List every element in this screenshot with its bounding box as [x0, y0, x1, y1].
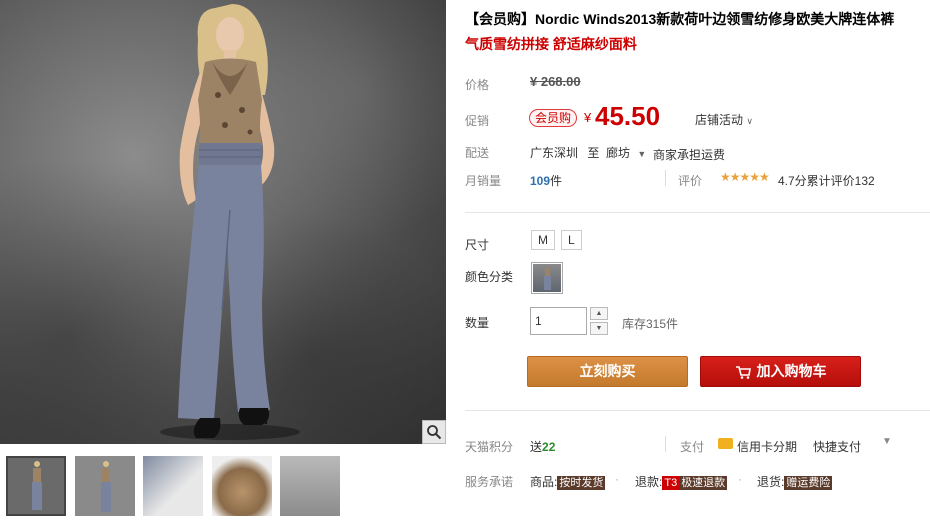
ship-from-city: 广东深圳 — [530, 146, 579, 160]
monthly-sales-label: 月销量 — [465, 174, 502, 188]
monthly-sales-unit: 件 — [550, 174, 563, 188]
thumbnail-1-image — [32, 461, 42, 510]
payment-more-caret-icon[interactable]: ▼ — [882, 436, 892, 447]
service-goods: 商品: 按时发货 — [530, 473, 606, 490]
size-option-l[interactable]: L — [561, 230, 582, 250]
add-to-cart-button[interactable]: 加入购物车 — [700, 356, 861, 387]
size-label: 尺寸 — [465, 238, 490, 252]
currency-symbol: ¥ — [584, 110, 592, 125]
divider-2 — [665, 436, 666, 452]
section-divider — [465, 212, 930, 213]
product-title: 【会员购】Nordic Winds2013新款荷叶边领雪纺修身欧美大牌连体裤 — [465, 11, 895, 27]
size-option-m[interactable]: M — [531, 230, 555, 250]
service-refund-prefix: 退款: — [635, 475, 663, 489]
original-price: ¥ 268.00 — [530, 74, 581, 89]
rating-summary-link[interactable]: 4.7分累计评价132 — [778, 172, 875, 189]
color-label: 颜色分类 — [465, 270, 514, 284]
magnifier-icon — [427, 425, 442, 440]
thumbnail-2-image — [101, 461, 111, 512]
service-separator-2: · — [738, 472, 742, 486]
thumbnail-1[interactable] — [6, 456, 66, 516]
promo-price: 45.50 — [595, 101, 661, 131]
points-prefix: 送 — [530, 440, 543, 454]
rating-label: 评价 — [678, 174, 703, 188]
on-time-delivery-badge[interactable]: 按时发货 — [557, 476, 606, 490]
ship-from: 广东深圳 至 — [530, 144, 599, 161]
shop-activity-label: 店铺活动 — [695, 113, 744, 127]
shop-activity-dropdown[interactable]: 店铺活动 ∨ — [695, 111, 753, 128]
service-return: 退货: 赠运费险 — [757, 473, 833, 490]
shipping-insurance-badge[interactable]: 赠运费险 — [784, 476, 833, 490]
chevron-down-icon: ∨ — [746, 116, 753, 126]
stock-count: 库存315件 — [622, 317, 679, 331]
fast-refund-badge[interactable]: 极速退款 — [679, 476, 728, 490]
original-price-value: ¥ 268.00 — [530, 74, 581, 89]
ship-to-selector[interactable]: 廊坊 ▼ — [606, 144, 646, 161]
service-separator: · — [615, 472, 619, 486]
divider — [665, 170, 666, 186]
product-page: 【会员购】Nordic Winds2013新款荷叶边领雪纺修身欧美大牌连体裤 气… — [0, 0, 930, 525]
quick-pay-link[interactable]: 快捷支付 — [813, 438, 861, 455]
member-promo-badge: 会员购 — [529, 109, 578, 127]
thumbnail-2[interactable] — [75, 456, 135, 516]
shipping-fee: 商家承担运费 — [653, 148, 726, 162]
quantity-increase-button[interactable]: ▲ — [590, 307, 608, 320]
arrow-down-icon: ▼ — [595, 325, 603, 332]
arrow-up-icon: ▲ — [595, 310, 603, 317]
ship-to-word: 至 — [587, 146, 600, 160]
thumbnail-3[interactable] — [143, 456, 203, 516]
color-swatch-image — [533, 264, 561, 292]
rating-stars: ★★★★★ — [720, 170, 770, 184]
service-return-prefix: 退货: — [757, 475, 785, 489]
price-label: 价格 — [465, 78, 490, 92]
caret-down-icon: ▼ — [637, 149, 647, 159]
ship-to-city: 廊坊 — [606, 146, 631, 160]
model-figure — [160, 4, 300, 440]
product-subtitle: 气质雪纺拼接 舒适麻纱面料 — [465, 36, 637, 52]
payment-label: 支付 — [680, 440, 705, 454]
points-label: 天猫积分 — [465, 440, 514, 454]
points-value: 22 — [542, 440, 556, 454]
credit-card-icon — [718, 438, 733, 449]
service-label: 服务承诺 — [465, 475, 514, 489]
section-divider-2 — [465, 410, 930, 411]
buy-now-button[interactable]: 立刻购买 — [527, 356, 688, 387]
cart-icon — [735, 366, 751, 380]
quantity-label: 数量 — [465, 316, 490, 330]
swatch-figure — [544, 268, 551, 290]
t3-badge: T3 — [662, 476, 680, 490]
zoom-button[interactable] — [422, 420, 446, 444]
thumbnail-4[interactable] — [212, 456, 272, 516]
monthly-sales: 109件 — [530, 172, 562, 189]
quantity-input[interactable] — [530, 307, 587, 335]
credit-card-installment-link[interactable]: 信用卡分期 — [737, 438, 797, 455]
thumbnail-5[interactable] — [280, 456, 340, 516]
service-refund: 退款: T3 极速退款 — [635, 473, 728, 490]
tmall-points: 送22 — [530, 438, 555, 455]
shipping-label: 配送 — [465, 146, 490, 160]
service-goods-prefix: 商品: — [530, 475, 558, 489]
monthly-sales-count: 109 — [530, 174, 551, 188]
add-to-cart-label: 加入购物车 — [756, 363, 827, 379]
quantity-decrease-button[interactable]: ▼ — [590, 322, 608, 335]
color-option-swatch[interactable] — [531, 262, 563, 294]
promo-label: 促销 — [465, 114, 490, 128]
main-product-photo[interactable] — [0, 0, 446, 444]
thumbnail-strip — [0, 452, 446, 522]
